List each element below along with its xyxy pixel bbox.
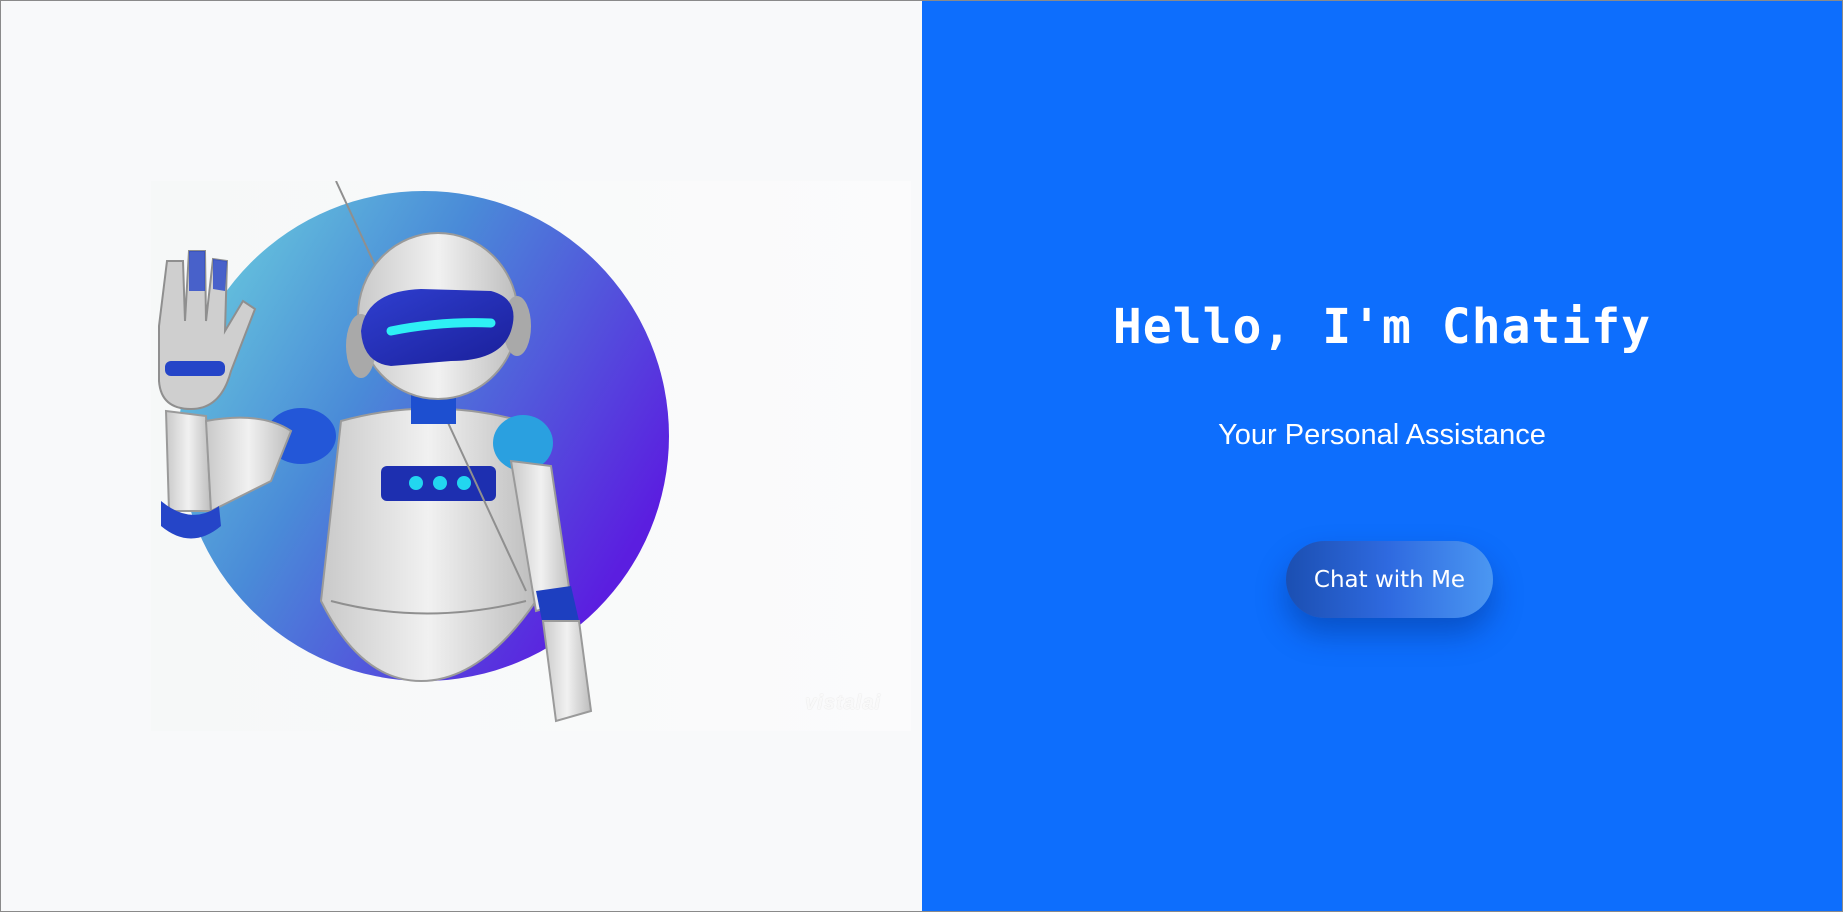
landing-page: vistalai Hello, I'm Chatify Your Persona… bbox=[0, 0, 1843, 912]
right-panel: Hello, I'm Chatify Your Personal Assista… bbox=[922, 1, 1842, 911]
left-panel: vistalai bbox=[1, 1, 922, 911]
chat-with-me-button[interactable]: Chat with Me bbox=[1286, 541, 1493, 618]
watermark-text: vistalai bbox=[805, 692, 881, 714]
robot-icon bbox=[158, 181, 669, 723]
page-subtitle: Your Personal Assistance bbox=[1218, 419, 1546, 451]
page-title: Hello, I'm Chatify bbox=[1112, 299, 1652, 355]
robot-illustration: vistalai bbox=[151, 181, 911, 731]
